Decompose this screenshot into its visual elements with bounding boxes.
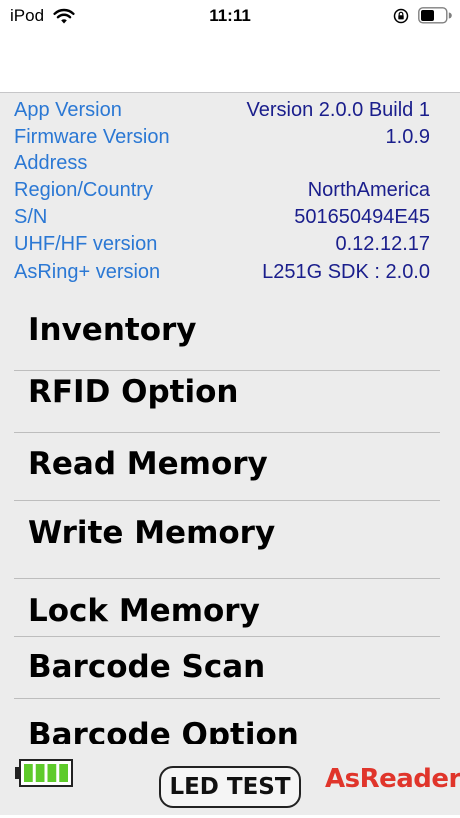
info-value: 1.0.9 [385,126,430,148]
asreader-logo: AsReader [325,764,460,794]
reader-battery-icon [15,759,73,787]
info-value: Version 2.0.0 Build 1 [246,99,430,121]
menu-item-read-memory[interactable]: Read Memory [14,433,440,501]
info-label: Firmware Version [14,126,170,148]
info-row-asring-version: AsRing+ version L251G SDK : 2.0.0 [14,259,430,286]
footer-bar: LED TEST AsReader [0,744,460,815]
battery-level-bar [47,764,57,782]
menu-item-rfid-option[interactable]: RFID Option [14,371,440,433]
main-content: App Version Version 2.0.0 Build 1 Firmwa… [0,93,460,815]
info-row-address: Address [14,150,430,177]
info-row-app-version: App Version Version 2.0.0 Build 1 [14,97,430,124]
info-row-firmware-version: Firmware Version 1.0.9 [14,124,430,151]
info-row-serial-number: S/N 501650494E45 [14,204,430,231]
menu-item-write-memory[interactable]: Write Memory [14,501,440,579]
battery-level-bar [59,764,68,782]
battery-level-bar [24,764,33,782]
info-row-uhf-hf-version: UHF/HF version 0.12.12.17 [14,231,430,258]
info-row-region: Region/Country NorthAmerica [14,177,430,204]
battery-level-bar [35,764,45,782]
info-label: S/N [14,206,48,228]
led-test-button[interactable]: LED TEST [159,766,301,808]
menu-item-inventory[interactable]: Inventory [14,297,440,371]
device-info-panel: App Version Version 2.0.0 Build 1 Firmwa… [0,93,460,293]
info-value: 501650494E45 [294,206,430,228]
info-label: AsRing+ version [14,261,161,283]
status-bar: iPod 11:11 [0,0,460,32]
info-label: Region/Country [14,179,153,201]
battery-terminal [15,767,20,779]
main-menu: Inventory RFID Option Read Memory Write … [14,297,440,744]
info-label: Address [14,152,88,174]
orientation-lock-icon [393,8,409,24]
navigation-bar [0,32,460,93]
info-label: UHF/HF version [14,233,158,255]
menu-item-barcode-option[interactable]: Barcode Option [14,699,440,744]
info-label: App Version [14,99,122,121]
info-value: L251G SDK : 2.0.0 [262,261,430,283]
clock: 11:11 [209,6,251,25]
battery-icon [418,7,452,24]
menu-item-lock-memory[interactable]: Lock Memory [14,579,440,637]
info-value: NorthAmerica [307,179,430,201]
info-value: 0.12.12.17 [335,233,430,255]
menu-item-barcode-scan[interactable]: Barcode Scan [14,637,440,699]
